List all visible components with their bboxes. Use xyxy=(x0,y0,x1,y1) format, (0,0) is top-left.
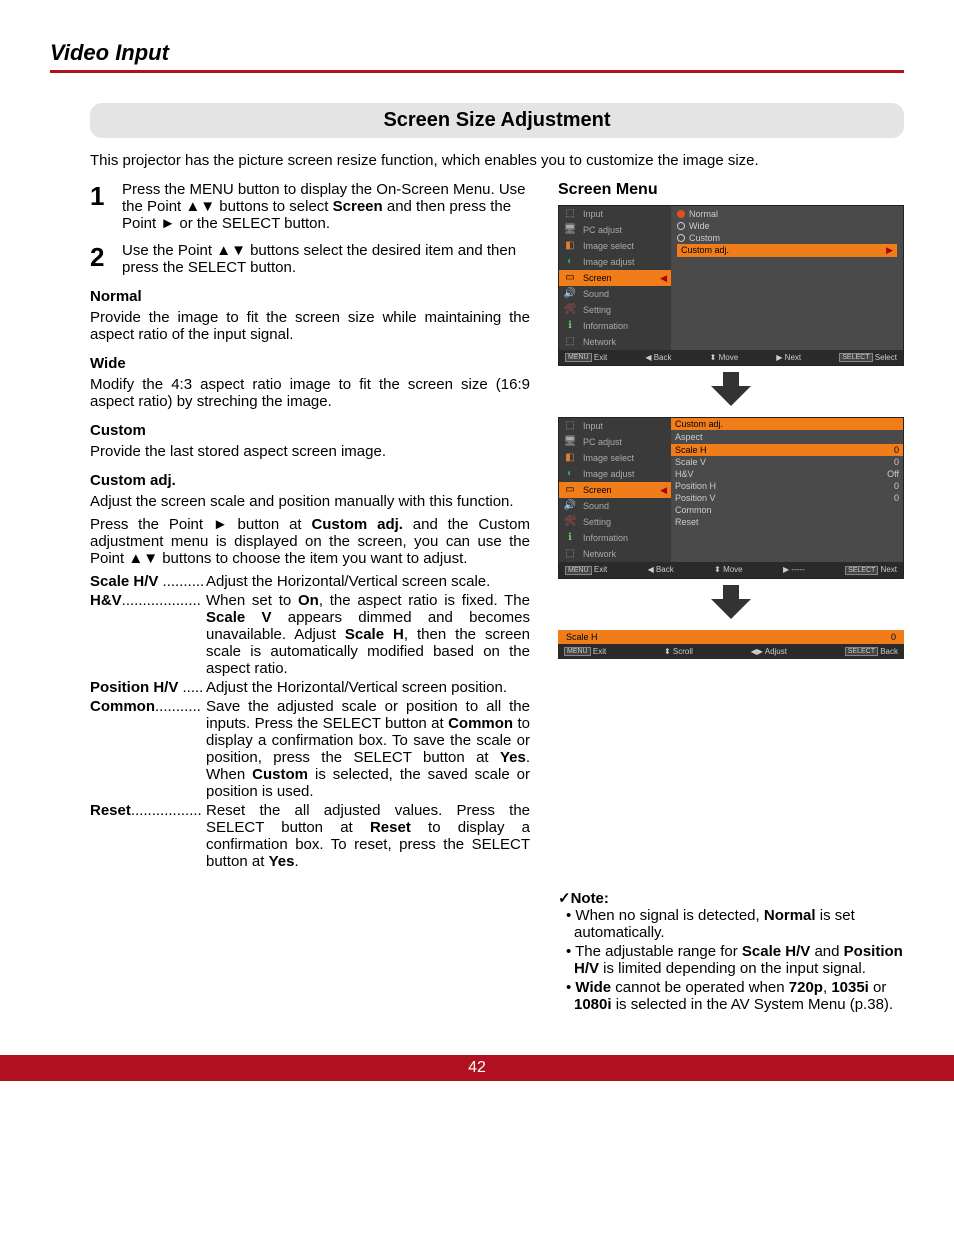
page-header: Video Input xyxy=(50,40,904,73)
menu-imgsel: ◧Image select xyxy=(559,238,671,254)
right-column: Screen Menu ⬚Input 🖥PC adjust ◧Image sel… xyxy=(558,181,904,1015)
osd2-breadcrumb: Custom adj. xyxy=(671,418,903,430)
intro-text: This projector has the picture screen re… xyxy=(90,152,904,169)
osd2-footer: MENU Exit ◀ Back ⬍ Move ▶ ----- SELECT N… xyxy=(559,562,903,577)
opt-customadj: Custom adj.▶ xyxy=(677,244,897,257)
row-hv: H&VOff xyxy=(671,468,903,480)
custom-text: Provide the last stored aspect screen im… xyxy=(90,443,530,460)
note-item: • When no signal is detected, Normal is … xyxy=(566,907,904,941)
monitor-icon: 🖥 xyxy=(563,224,577,236)
menu-imgadj: ◐Image adjust xyxy=(559,254,671,270)
definition-list: Scale H/V ..........Adjust the Horizonta… xyxy=(90,573,530,870)
section-title: Screen Size Adjustment xyxy=(90,103,904,138)
input-icon: ⬚ xyxy=(563,208,577,220)
opt-wide: Wide xyxy=(677,220,897,232)
row-posv: Position V0 xyxy=(671,492,903,504)
step-text: Press the MENU button to display the On-… xyxy=(122,181,530,232)
step-2: 2 Use the Point ▲▼ buttons select the de… xyxy=(90,242,530,276)
osd1-footer: MENU Exit ◀ Back ⬍ Move ▶ Next SELECT Se… xyxy=(559,350,903,365)
wide-text: Modify the 4:3 aspect ratio image to fit… xyxy=(90,376,530,410)
screen-menu-heading: Screen Menu xyxy=(558,181,904,199)
step-1: 1 Press the MENU button to display the O… xyxy=(90,181,530,232)
normal-heading: Normal xyxy=(90,288,530,305)
customadj-text2: Press the Point ► button at Custom adj. … xyxy=(90,516,530,567)
setting-icon: 🛠 xyxy=(563,304,577,316)
image-adjust-icon: ◐ xyxy=(563,256,577,268)
note-title: ✓Note: xyxy=(558,889,904,907)
wide-heading: Wide xyxy=(90,355,530,372)
osd-screenshot-2: ⬚Input 🖥PC adjust ◧Image select ◐Image a… xyxy=(558,417,904,578)
normal-text: Provide the image to fit the screen size… xyxy=(90,309,530,343)
row-scalev: Scale V0 xyxy=(671,456,903,468)
page-footer: 42 xyxy=(0,1055,954,1081)
screen-icon: ▭ xyxy=(563,272,577,284)
note-item: • Wide cannot be operated when 720p, 103… xyxy=(566,979,904,1013)
menu-screen: ▭Screen◀ xyxy=(559,270,671,286)
arrow-down-icon xyxy=(558,585,904,624)
step-number: 2 xyxy=(90,242,122,276)
menu-pc: 🖥PC adjust xyxy=(559,222,671,238)
osd-scale-bar: Scale H0 MENU Exit ⬍ Scroll ◀▶ Adjust SE… xyxy=(558,630,904,659)
network-icon: ⬚ xyxy=(563,336,577,348)
menu-info: ℹInformation xyxy=(559,318,671,334)
customadj-text1: Adjust the screen scale and position man… xyxy=(90,493,530,510)
row-scaleh: Scale H0 xyxy=(671,444,903,456)
menu-setting: 🛠Setting xyxy=(559,302,671,318)
image-select-icon: ◧ xyxy=(563,240,577,252)
menu-sound: 🔊Sound xyxy=(559,286,671,302)
row-reset: Reset xyxy=(671,516,903,528)
opt-custom: Custom xyxy=(677,232,897,244)
sound-icon: 🔊 xyxy=(563,288,577,300)
arrow-down-icon xyxy=(558,372,904,411)
left-column: 1 Press the MENU button to display the O… xyxy=(90,181,530,1015)
note-box: ✓Note: • When no signal is detected, Nor… xyxy=(558,889,904,1013)
menu-network: ⬚Network xyxy=(559,334,671,350)
step-number: 1 xyxy=(90,181,122,232)
info-icon: ℹ xyxy=(563,320,577,332)
row-common: Common xyxy=(671,504,903,516)
customadj-heading: Custom adj. xyxy=(90,472,530,489)
row-posh: Position H0 xyxy=(671,480,903,492)
osd-screenshot-1: ⬚Input 🖥PC adjust ◧Image select ◐Image a… xyxy=(558,205,904,366)
opt-normal: Normal xyxy=(677,208,897,220)
note-item: • The adjustable range for Scale H/V and… xyxy=(566,943,904,977)
custom-heading: Custom xyxy=(90,422,530,439)
menu-input: ⬚Input xyxy=(559,206,671,222)
step-text: Use the Point ▲▼ buttons select the desi… xyxy=(122,242,530,276)
